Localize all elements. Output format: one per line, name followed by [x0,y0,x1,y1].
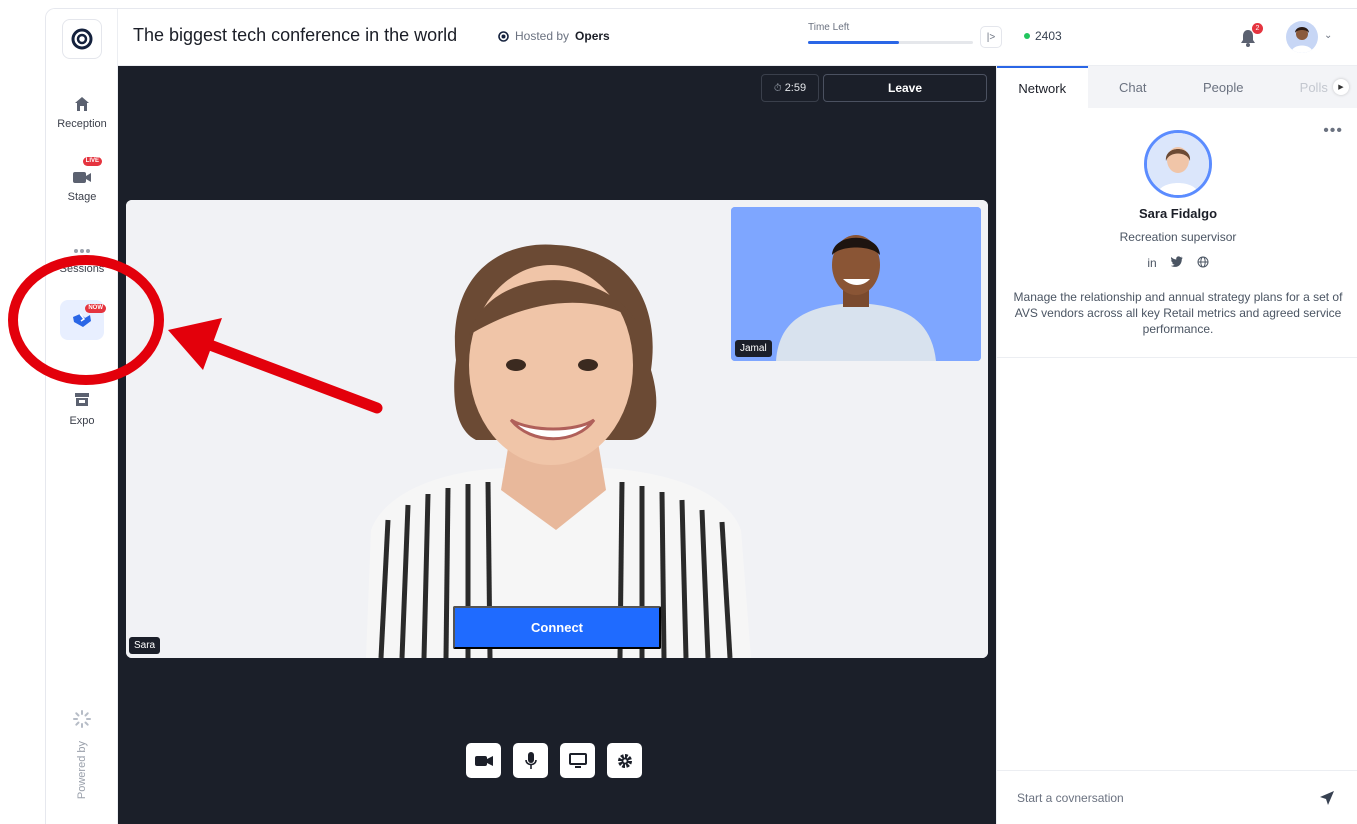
nav-item-reception[interactable]: Reception [46,84,118,130]
online-count: 2403 [1024,29,1062,43]
send-icon [1320,791,1334,805]
handshake-icon: NOW [60,300,106,340]
online-count-value: 2403 [1035,29,1062,43]
host-logo-icon [498,30,509,42]
timer-value: 2:59 [784,82,807,94]
participant-name-tag: Sara [129,637,161,654]
camera-icon: LIVE [60,157,104,197]
media-controls [466,743,642,778]
online-dot-icon [1024,33,1030,39]
camera-toggle-button[interactable] [466,743,501,778]
time-left-bar [808,41,973,44]
more-options-icon[interactable]: ••• [1323,122,1343,140]
leave-button[interactable]: Leave [823,74,987,102]
connect-button[interactable]: Connect [453,606,661,649]
pip-video-tile[interactable]: Jamal [731,207,981,361]
live-badge: LIVE [82,157,102,166]
profile-name: Sara Fidalgo [1138,206,1218,221]
camera-icon [474,755,493,766]
app-logo[interactable] [62,19,102,59]
microphone-icon [524,751,537,769]
linkedin-icon[interactable]: in [1147,256,1156,271]
main-video-tile: Sara Connect Jamal [126,200,988,658]
profile-role: Recreation supervisor [1119,230,1237,244]
session-timer: ⏱ 2:59 [761,74,819,102]
host-name[interactable]: Opers [575,29,610,43]
tab-network[interactable]: Network [997,66,1088,108]
collapse-icon: |> [986,31,996,43]
profile-card: ••• Sara Fidalgo Recreation supervisor i… [997,108,1357,358]
video-stage: ⏱ 2:59 Leave Sara Connect Jamal [118,66,996,824]
hosted-prefix: Hosted by [515,29,570,43]
screen-share-button[interactable] [560,743,595,778]
settings-icon [617,753,632,768]
profile-avatar [1144,130,1212,198]
panel-tabs: Network Chat People Polls ▶ [997,66,1357,108]
globe-icon[interactable] [1197,256,1209,271]
hosted-by: Hosted by Opers [498,29,610,43]
screen-share-icon [568,752,587,768]
twitter-icon[interactable] [1170,256,1183,271]
profile-bio: Manage the relationship and annual strat… [1013,290,1343,336]
time-left-label: Time Left [808,22,850,33]
pip-name-tag: Jamal [735,340,772,357]
social-links: in [997,256,1357,271]
left-navigation: Reception LIVE Stage Sessions NOW Expo P… [46,9,118,824]
microphone-toggle-button[interactable] [513,743,548,778]
participant-video-jamal [731,207,981,361]
nav-item-sessions[interactable]: Sessions [46,231,118,275]
notification-badge: 2 [1252,23,1263,34]
now-badge: NOW [85,304,106,313]
user-avatar[interactable] [1286,21,1318,53]
right-panel: Network Chat People Polls ▶ ••• Sara Fid… [996,66,1357,824]
nav-item-networking[interactable]: NOW [46,300,118,340]
nav-item-expo[interactable]: Expo [46,379,118,427]
stopwatch-icon: ⏱ [773,82,782,94]
home-icon [60,84,104,124]
collapse-panel-button[interactable]: |> [980,26,1002,48]
chat-composer [997,770,1357,824]
top-header: The biggest tech conference in the world… [118,9,1357,66]
tab-chat[interactable]: Chat [1088,66,1179,108]
send-button[interactable] [1319,790,1337,808]
app-window: Reception LIVE Stage Sessions NOW Expo P… [45,8,1357,824]
notifications-button[interactable]: 2 [1240,23,1263,49]
event-title: The biggest tech conference in the world [133,25,458,45]
logo-icon [71,28,93,50]
booth-icon [60,379,104,419]
brand-spinner-icon [73,710,91,728]
powered-by: Powered by [46,709,118,799]
tab-people[interactable]: People [1178,66,1269,108]
tabs-scroll-right-icon[interactable]: ▶ [1333,79,1349,95]
conversation-input[interactable] [1017,791,1297,805]
settings-button[interactable] [607,743,642,778]
powered-by-label: Powered by [76,741,88,800]
time-left-fill [808,41,899,44]
user-menu-chevron-icon[interactable]: ⌄ [1324,30,1332,41]
dots-icon [60,231,104,271]
nav-item-stage[interactable]: LIVE Stage [46,157,118,203]
